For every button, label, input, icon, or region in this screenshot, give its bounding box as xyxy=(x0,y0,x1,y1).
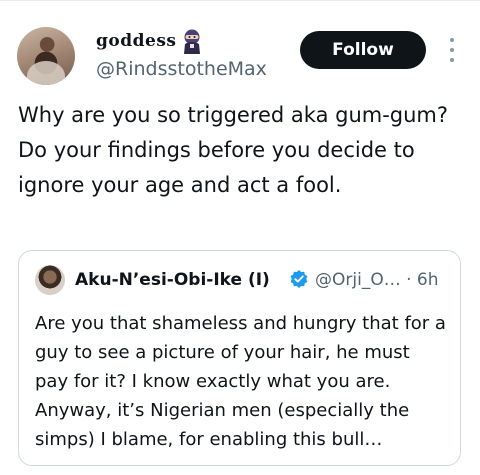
meta-separator: · xyxy=(406,270,412,290)
top-divider xyxy=(0,0,480,1)
quoted-author-name: Aku-N’esi-Obi-Ike (I) xyxy=(75,270,270,290)
quoted-tweet-text: Are you that shameless and hungry that f… xyxy=(35,313,446,450)
author-display-name[interactable]: goddess xyxy=(96,31,176,51)
author-avatar[interactable] xyxy=(17,27,75,85)
verified-badge-icon xyxy=(290,270,308,288)
tweet-text: Why are you so triggered aka gum-gum? Do… xyxy=(18,103,449,197)
quoted-author-avatar xyxy=(35,265,65,295)
more-options-icon[interactable] xyxy=(444,36,460,64)
quoted-handle-and-time: @Orji_O… · 6h xyxy=(315,270,439,290)
quoted-time: 6h xyxy=(416,270,439,290)
quoted-handle: @Orji_O… xyxy=(315,270,401,290)
ninja-emoji-icon xyxy=(184,29,200,54)
follow-button[interactable]: Follow xyxy=(300,31,426,69)
author-handle[interactable]: @RindsstotheMax xyxy=(96,58,267,80)
quoted-tweet-card[interactable]: Aku-N’esi-Obi-Ike (I) @Orji_O… · 6h Are … xyxy=(18,250,461,466)
